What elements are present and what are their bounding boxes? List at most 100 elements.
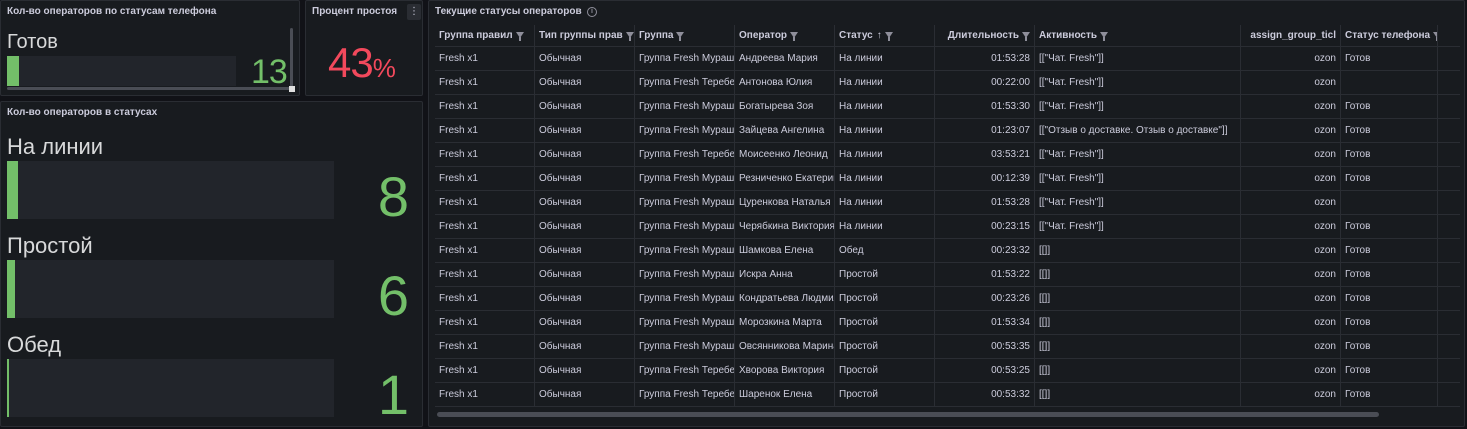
table-cell: Группа Fresh Мурашино	[635, 335, 735, 358]
table-row[interactable]: Fresh x1ОбычнаяГруппа Fresh МурашиноШамк…	[435, 239, 1460, 263]
column-header[interactable]: Длительность	[935, 25, 1035, 46]
panel-menu-icon[interactable]: ⋮	[407, 4, 421, 20]
column-header[interactable]: Тип группы прав	[535, 25, 635, 46]
column-header[interactable]: Статус телефона	[1341, 25, 1438, 46]
filter-icon[interactable]	[1022, 32, 1030, 42]
table-row[interactable]: Fresh x1ОбычнаяГруппа Fresh МурашиноОвся…	[435, 335, 1460, 359]
table-cell: [["Чат. Fresh"]]	[1035, 167, 1241, 190]
table-cell: 00:12:39	[935, 167, 1035, 190]
status-row-label: Обед	[7, 332, 62, 357]
table-row[interactable]: Fresh x1ОбычнаяГруппа Fresh МурашиноРезн…	[435, 167, 1460, 191]
filter-icon[interactable]	[790, 32, 799, 42]
filter-icon[interactable]	[1100, 32, 1109, 42]
vertical-scrollbar[interactable]	[290, 28, 293, 88]
table-cell: Fresh x1	[435, 287, 535, 310]
column-header[interactable]: Статус ↑	[835, 25, 935, 46]
table-cell: Fresh x1	[435, 335, 535, 358]
table-cell: Цуренкова Наталья	[735, 191, 835, 214]
table-cell: Группа Fresh Мурашино	[635, 191, 735, 214]
table-cell: 01:53:34	[935, 311, 1035, 334]
table-cell: Готов	[1341, 119, 1438, 142]
table-cell: [["Чат. Fresh"]]	[1035, 143, 1241, 166]
table-cell: Простой	[835, 383, 935, 406]
table-cell: [[]]	[1035, 311, 1241, 334]
table-cell: ozon	[1241, 47, 1341, 70]
column-header[interactable]: Группа	[635, 25, 735, 46]
table-cell: Готов	[1341, 311, 1438, 334]
table-row[interactable]: Fresh x1ОбычнаяГруппа Fresh МурашиноЗайц…	[435, 119, 1460, 143]
table-row[interactable]: Fresh x1ОбычнаяГруппа Fresh МурашиноКонд…	[435, 287, 1460, 311]
filter-icon[interactable]	[676, 32, 685, 42]
table-cell: Группа Fresh Мурашино	[635, 95, 735, 118]
status-row: Простой 6	[7, 233, 417, 327]
table-cell: Fresh x1	[435, 143, 535, 166]
table-cell	[1341, 191, 1438, 214]
table-cell: Готов	[1341, 359, 1438, 382]
table-cell: ozon	[1241, 311, 1341, 334]
table-cell: Группа Fresh Мурашино	[635, 215, 735, 238]
table-row[interactable]: Fresh x1ОбычнаяГруппа Fresh МурашиноМоро…	[435, 311, 1460, 335]
table-row[interactable]: Fresh x1ОбычнаяГруппа Fresh ТеребенькиХв…	[435, 359, 1460, 383]
table-row[interactable]: Fresh x1ОбычнаяГруппа Fresh ТеребенькиШа…	[435, 383, 1460, 407]
filter-icon[interactable]	[1433, 32, 1437, 42]
table-cell: Группа Fresh Теребеньки	[635, 143, 735, 166]
table-cell: ozon	[1241, 215, 1341, 238]
table-cell: Группа Fresh Теребеньки	[635, 71, 735, 94]
status-row-value: 1	[377, 363, 409, 426]
column-header[interactable]: Активность	[1035, 25, 1241, 46]
column-header[interactable]: Оператор	[735, 25, 835, 46]
sort-ascending-icon[interactable]: ↑	[877, 30, 882, 41]
table-row[interactable]: Fresh x1ОбычнаяГруппа Fresh МурашиноЧеря…	[435, 215, 1460, 239]
table-cell: 01:53:28	[935, 47, 1035, 70]
table-cell: 00:23:32	[935, 239, 1035, 262]
resize-handle[interactable]	[289, 86, 295, 92]
table-cell: Fresh x1	[435, 95, 535, 118]
filter-icon[interactable]	[625, 32, 634, 42]
table-row[interactable]: Fresh x1ОбычнаяГруппа Fresh ТеребенькиАн…	[435, 71, 1460, 95]
table-cell: Группа Fresh Мурашино	[635, 119, 735, 142]
table-cell: Обычная	[535, 215, 635, 238]
filter-icon[interactable]	[515, 32, 524, 42]
table-row[interactable]: Fresh x1ОбычнаяГруппа Fresh МурашиноАндр…	[435, 47, 1460, 71]
table-cell: Группа Fresh Мурашино	[635, 263, 735, 286]
table-cell: Обычная	[535, 47, 635, 70]
column-header[interactable]: Группа правил	[435, 25, 535, 46]
horizontal-scrollbar[interactable]	[437, 412, 1379, 417]
table-cell: Шамкова Елена	[735, 239, 835, 262]
filter-icon[interactable]	[884, 32, 893, 42]
table-cell: ozon	[1241, 263, 1341, 286]
table-cell: Обычная	[535, 311, 635, 334]
table-cell: Готов	[1341, 95, 1438, 118]
table-row[interactable]: Fresh x1ОбычнаяГруппа Fresh МурашиноБога…	[435, 95, 1460, 119]
idle-percent-panel: Процент простоя ⋮ 43%	[305, 0, 423, 96]
table-cell: Простой	[835, 335, 935, 358]
horizontal-scrollbar[interactable]	[7, 87, 290, 90]
table-cell: [["Чат. Fresh"]]	[1035, 215, 1241, 238]
table-cell: Обед	[835, 239, 935, 262]
table-cell: Fresh x1	[435, 383, 535, 406]
status-row: Обед 1	[7, 332, 417, 426]
bar-gauge	[7, 359, 334, 417]
table-cell: Обычная	[535, 287, 635, 310]
table-cell: На линии	[835, 47, 935, 70]
table-cell: Обычная	[535, 71, 635, 94]
table-cell: Морозкина Марта	[735, 311, 835, 334]
table-row[interactable]: Fresh x1ОбычнаяГруппа Fresh МурашиноИскр…	[435, 263, 1460, 287]
table-row[interactable]: Fresh x1ОбычнаяГруппа Fresh МурашиноЦуре…	[435, 191, 1460, 215]
table-cell: Группа Fresh Теребеньки	[635, 383, 735, 406]
info-icon[interactable]: i	[587, 7, 597, 17]
table-cell: Кондратьева Людмила	[735, 287, 835, 310]
table-cell: Готов	[1341, 287, 1438, 310]
table-cell: ozon	[1241, 359, 1341, 382]
panel-title: Кол-во операторов по статусам телефона	[7, 6, 217, 17]
table-cell: [["Чат. Fresh"]]	[1035, 47, 1241, 70]
column-header-label: Тип группы прав	[539, 30, 623, 41]
table-cell: ozon	[1241, 95, 1341, 118]
table-row[interactable]: Fresh x1ОбычнаяГруппа Fresh ТеребенькиМо…	[435, 143, 1460, 167]
table-cell: Готов	[1341, 143, 1438, 166]
bar-gauge	[7, 161, 334, 219]
table-cell: Обычная	[535, 335, 635, 358]
column-header[interactable]: assign_group_ticl	[1241, 25, 1341, 46]
column-header-label: Оператор	[739, 30, 788, 41]
table-cell: ozon	[1241, 191, 1341, 214]
